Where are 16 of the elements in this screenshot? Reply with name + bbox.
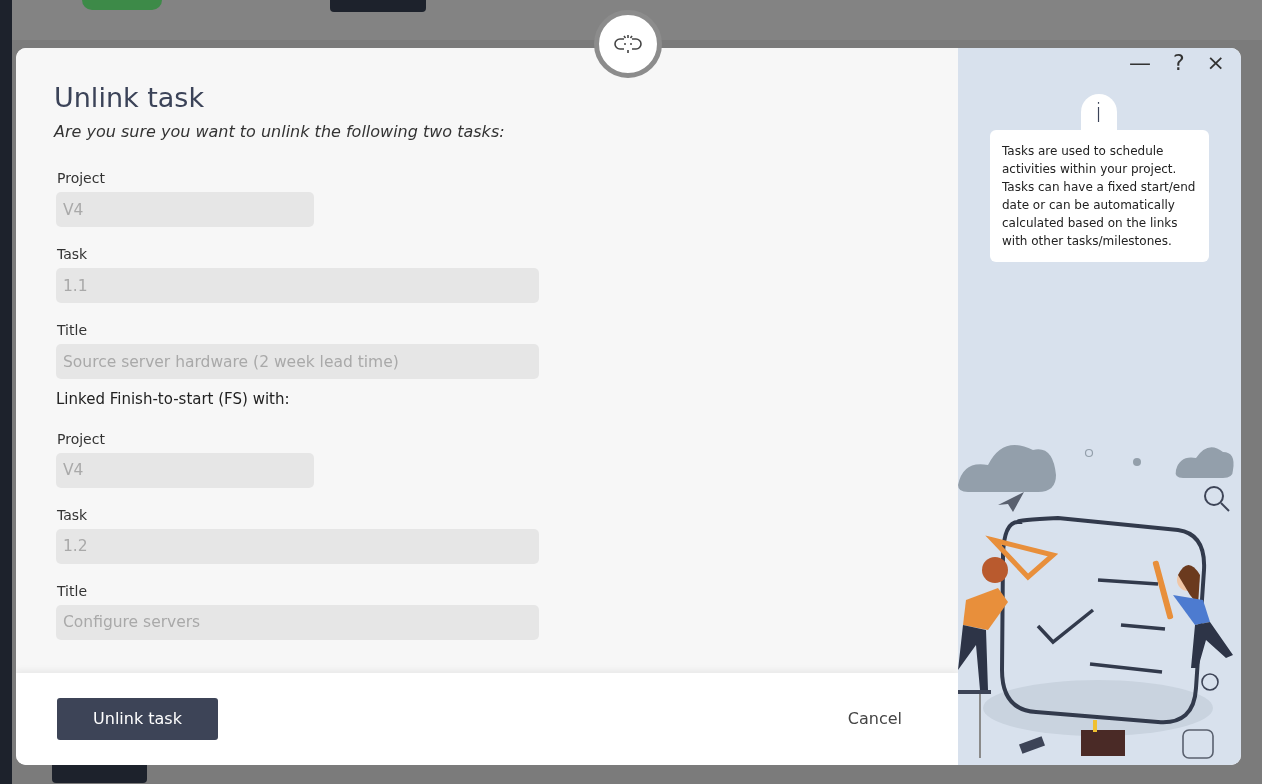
field-label: Task [56, 245, 89, 265]
info-text: Tasks are used to schedule activities within your project. Tasks can have a fixed start/end date or can be automatically calculated based on the links with other tasks/milestones. [990, 130, 1209, 263]
field-label: Title [56, 321, 88, 341]
link-description: Linked Finish-to-start (FS) with: [55, 389, 291, 411]
field-label: Project [56, 429, 106, 449]
cancel-button[interactable]: Cancel [841, 706, 908, 732]
field-label: Project [56, 169, 106, 189]
close-button[interactable]: × [1202, 50, 1229, 77]
minimize-button[interactable]: — [1124, 50, 1155, 77]
help-button[interactable]: ? [1168, 50, 1189, 77]
field-label: Task [56, 505, 89, 525]
dialog-subtitle: Are you sure you want to unlink the following two tasks: [54, 121, 506, 144]
unlink-button[interactable]: Unlink task [57, 698, 218, 740]
info-icon: i [1080, 94, 1117, 131]
field-label: Title [56, 581, 88, 601]
dialog-title: Unlink task [54, 82, 206, 115]
